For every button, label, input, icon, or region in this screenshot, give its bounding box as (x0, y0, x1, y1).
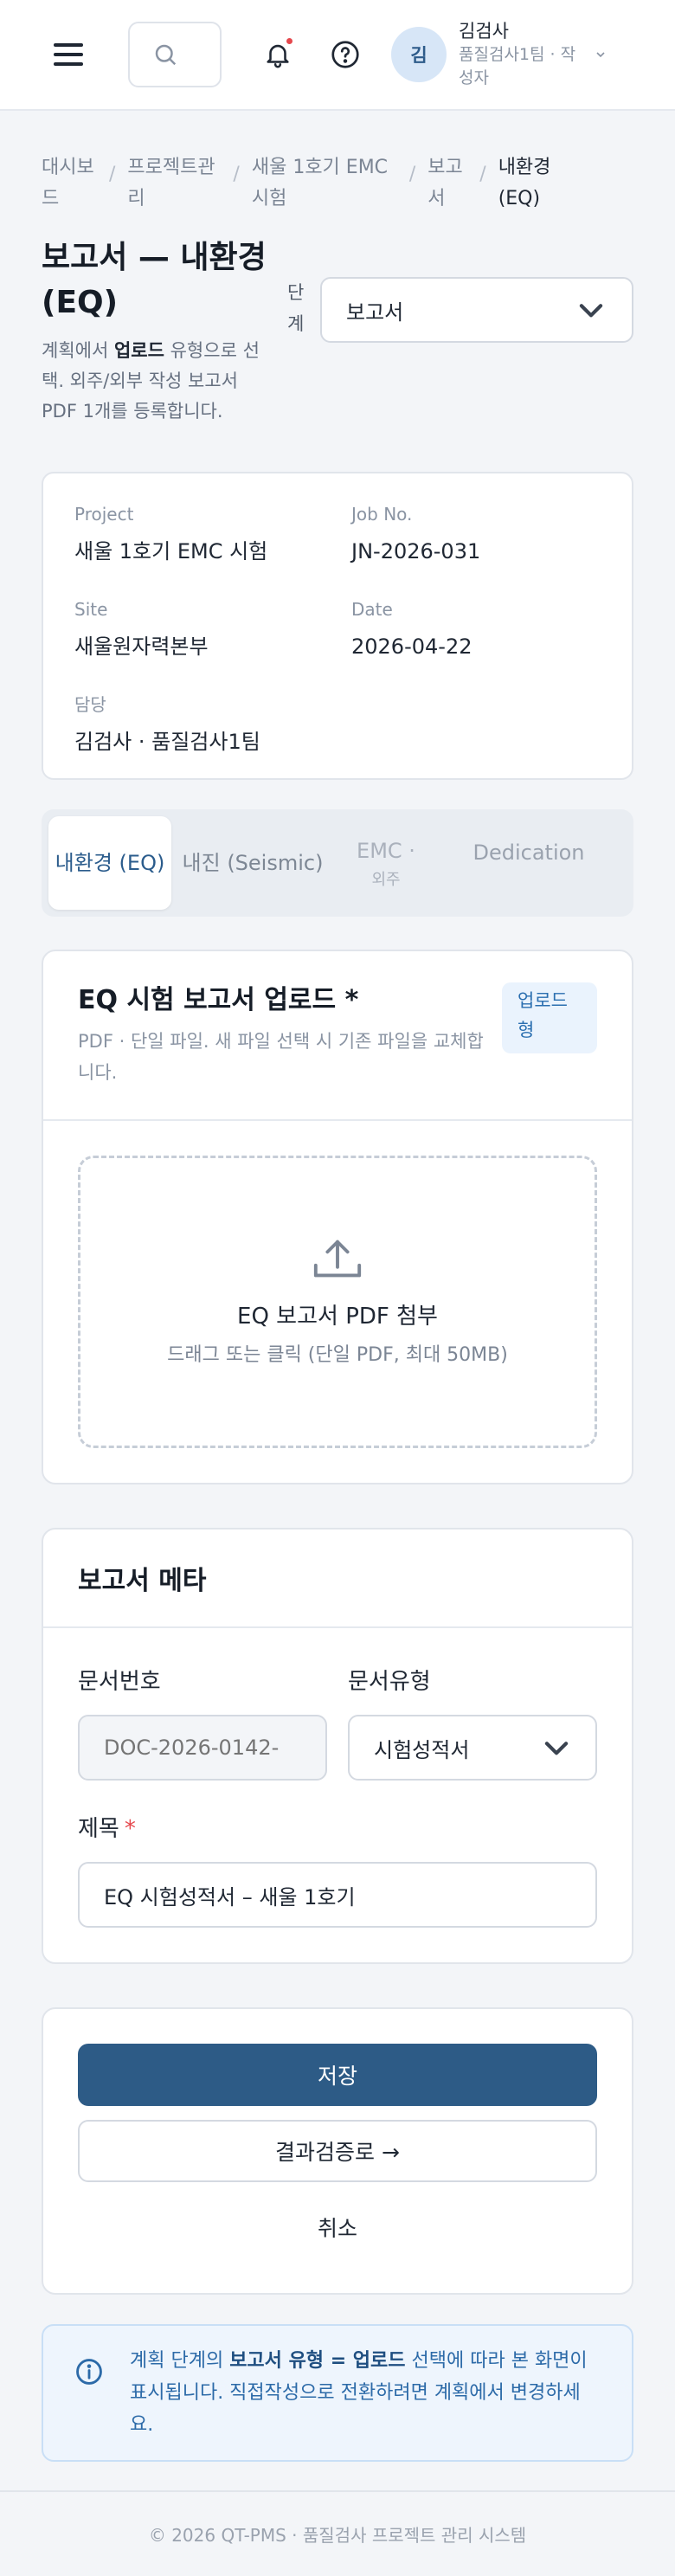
job-no-label: Job No. (351, 504, 413, 525)
chevron-down-icon (544, 1742, 569, 1755)
meta-title: 보고서 메타 (43, 1530, 632, 1628)
pdf-dropzone[interactable]: EQ 보고서 PDF 첨부 드래그 또는 클릭 (단일 PDF, 최대 50MB… (78, 1156, 597, 1448)
project-info-card: Project 새울 1호기 EMC 시험 Job No. JN-2026-03… (42, 472, 633, 780)
info-notice: 계획 단계의 보고서 유형 = 업로드 선택에 따라 본 화면이 표시됩니다. … (42, 2324, 633, 2462)
breadcrumb-project[interactable]: 새울 1호기 EMC 시험 (252, 152, 397, 215)
stage-select[interactable]: 보고서 (320, 277, 633, 343)
notice-text: 계획 단계의 보고서 유형 = 업로드 선택에 따라 본 화면이 표시됩니다. … (130, 2350, 588, 2436)
project-value: 새울 1호기 EMC 시험 (74, 539, 268, 564)
cancel-button[interactable]: 취소 (78, 2196, 597, 2258)
doc-no-input[interactable] (78, 1715, 327, 1781)
required-marker: * (124, 1816, 136, 1842)
owner-label: 담당 (74, 694, 106, 715)
upload-icon (313, 1240, 362, 1277)
date-value: 2026-04-22 (351, 634, 472, 659)
title-input[interactable] (78, 1862, 597, 1928)
top-bar: 김 김검사 품질검사1팀 · 작성자 (0, 0, 675, 111)
breadcrumb-report[interactable]: 보고서 (428, 152, 467, 215)
save-button[interactable]: 저장 (78, 2044, 597, 2106)
actions-card: 저장 결과검증로 → 취소 (42, 2007, 633, 2295)
stage-label: 단계 (287, 282, 305, 334)
breadcrumb: 대시보드 / 프로젝트관리 / 새울 1호기 EMC 시험 / 보고서 / 내환… (42, 111, 633, 215)
user-menu[interactable]: 김 김검사 품질검사1팀 · 작성자 (391, 19, 608, 90)
help-icon (331, 41, 359, 68)
upload-type-badge: 업로드형 (502, 982, 597, 1053)
tab-dedication[interactable]: Dedication (438, 816, 620, 910)
title-label: 제목 * (78, 1816, 136, 1842)
search-button[interactable] (128, 22, 222, 87)
breadcrumb-separator: / (408, 164, 416, 185)
user-role: 품질검사1팀 · 작성자 (459, 45, 576, 87)
menu-icon[interactable] (54, 43, 83, 66)
doc-type-select[interactable]: 시험성적서 (348, 1715, 597, 1781)
breadcrumb-separator: / (479, 164, 486, 185)
report-type-tabs: 내환경 (EQ) 내진 (Seismic) EMC · 외주 Dedicatio… (42, 809, 633, 917)
notifications-button[interactable] (256, 33, 299, 76)
go-to-verification-button[interactable]: 결과검증로 → (78, 2120, 597, 2182)
page-title: 보고서 — 내환경 (EQ) (42, 240, 267, 320)
page-description: 계획에서 업로드 유형으로 선택. 외주/외부 작성 보고서 PDF 1개를 등… (42, 340, 260, 422)
breadcrumb-dashboard[interactable]: 대시보드 (42, 152, 97, 215)
notification-dot (285, 36, 294, 46)
date-label: Date (351, 599, 393, 620)
help-button[interactable] (324, 33, 367, 76)
report-meta-card: 보고서 메타 문서번호 문서유형 시험성적서 제목* (42, 1528, 633, 1964)
dropzone-hint: 드래그 또는 클릭 (단일 PDF, 최대 50MB) (167, 1343, 508, 1366)
breadcrumb-separator: / (109, 164, 116, 185)
breadcrumb-project-management[interactable]: 프로젝트관리 (127, 152, 221, 215)
upload-title: EQ 시험 보고서 업로드 * (78, 985, 359, 1015)
site-value: 새울원자력본부 (74, 634, 209, 659)
tab-seismic[interactable]: 내진 (Seismic) (171, 816, 334, 910)
breadcrumb-separator: / (233, 164, 240, 185)
stage-value: 보고서 (346, 299, 404, 325)
avatar: 김 (391, 27, 447, 82)
chevron-down-icon (579, 304, 603, 318)
doc-type-label: 문서유형 (348, 1669, 431, 1695)
doc-type-value: 시험성적서 (374, 1737, 470, 1762)
owner-value: 김검사 · 품질검사1팀 (74, 730, 260, 754)
breadcrumb-current: 내환경 (EQ) (498, 157, 551, 209)
site-label: Site (74, 599, 108, 620)
footer: © 2026 QT-PMS · 품질검사 프로젝트 관리 시스템 (0, 2490, 675, 2576)
info-icon (76, 2359, 102, 2385)
tab-eq[interactable]: 내환경 (EQ) (48, 816, 171, 910)
upload-description: PDF · 단일 파일. 새 파일 선택 시 기존 파일을 교체합니다. (78, 1031, 484, 1083)
tab-emc-sublabel: 외주 (371, 871, 401, 889)
upload-card: EQ 시험 보고서 업로드 * PDF · 단일 파일. 새 파일 선택 시 기… (42, 950, 633, 1484)
chevron-down-icon (596, 52, 605, 58)
search-icon (155, 44, 177, 66)
tab-emc-label: EMC · (357, 839, 415, 863)
job-no-value: JN-2026-031 (351, 539, 481, 564)
project-label: Project (74, 504, 134, 525)
tab-emc[interactable]: EMC · 외주 (334, 816, 438, 910)
doc-no-label: 문서번호 (78, 1669, 161, 1695)
user-name: 김검사 (459, 21, 509, 42)
dropzone-title: EQ 보고서 PDF 첨부 (237, 1303, 438, 1330)
